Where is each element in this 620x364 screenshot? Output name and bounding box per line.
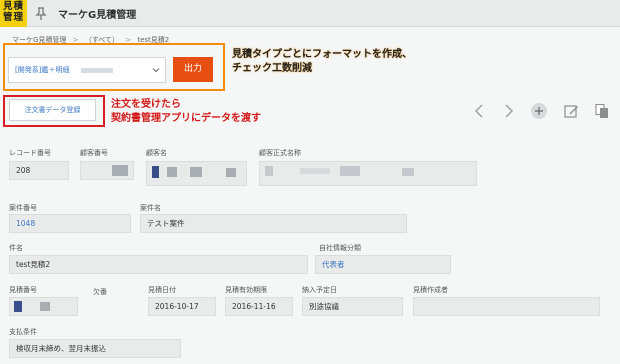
order-annotation-note: 注文を受けたら 契約書管理アプリにデータを渡す [111,98,261,126]
project-number-link[interactable]: 1048 [9,214,131,233]
record-number-label: レコード番号 [9,149,51,157]
blurred-text [300,168,330,174]
blurred-text [40,302,50,311]
delivery-date-value: 別途協議 [302,297,403,316]
next-record-icon[interactable] [500,103,516,119]
valid-until-value: 2016-11-16 [225,297,293,316]
blurred-text [340,166,360,176]
duplicate-document-icon[interactable] [594,103,610,119]
blurred-text [112,165,128,176]
branch-number-label: 欠番 [93,288,107,296]
order-note-line-2: 契約書管理アプリにデータを渡す [111,113,261,124]
valid-until-label: 見積有効期限 [225,286,267,294]
app-title: マーケG見積管理 [58,10,137,21]
customer-official-name-label: 顧客正式名称 [259,149,301,157]
format-select[interactable]: [開発系]鑑＋明細 [8,57,166,83]
project-name-value: テスト案件 [140,214,407,233]
blurred-text [152,166,159,178]
app-icon-text-1: 見積 [2,1,24,12]
register-order-button[interactable]: 注文書データ登録 [9,99,96,121]
customer-number-label: 顧客番号 [80,149,108,157]
record-number-value: 208 [9,161,69,180]
format-note-line-1: 見積タイプごとにフォーマットを作成、 [232,49,412,60]
estimate-number-label: 見積番号 [9,286,37,294]
blurred-text [167,167,177,177]
format-select-value: [開発系]鑑＋明細 [15,66,70,74]
project-name-label: 案件名 [140,204,161,212]
blurred-text [226,168,236,177]
add-record-icon[interactable] [530,102,548,120]
subject-value: test見積2 [9,255,308,274]
pin-icon[interactable] [35,7,47,21]
author-value [413,297,600,316]
order-note-line-1: 注文を受けたら [111,99,181,110]
edit-icon[interactable] [563,103,579,119]
company-info-label: 自社情報分類 [319,244,361,252]
company-info-link[interactable]: 代表者 [315,255,451,274]
app-icon[interactable]: 見積 管理 [0,0,27,27]
payment-terms-label: 支払条件 [9,328,37,336]
previous-record-icon[interactable] [472,103,488,119]
app-icon-text-2: 管理 [2,11,24,23]
delivery-date-label: 納入予定日 [302,286,337,294]
blurred-text [14,301,22,312]
customer-name-label: 顧客名 [146,149,167,157]
author-label: 見積作成者 [413,286,448,294]
project-number-label: 案件番号 [9,204,37,212]
output-button[interactable]: 出力 [173,57,213,82]
blurred-text [402,168,414,176]
blurred-text [81,68,113,73]
blurred-text [265,166,273,176]
customer-official-name-value [259,161,477,186]
chevron-down-icon [152,68,160,73]
estimate-date-label: 見積日付 [148,286,176,294]
payment-terms-value: 検収月末締め、翌月末振込 [9,339,181,358]
estimate-date-value: 2016-10-17 [148,297,216,316]
blurred-text [190,167,202,177]
subject-label: 件名 [9,244,23,252]
format-note-line-2: チェック工数削減 [232,63,312,74]
format-annotation-note: 見積タイプごとにフォーマットを作成、 チェック工数削減 [232,48,412,76]
